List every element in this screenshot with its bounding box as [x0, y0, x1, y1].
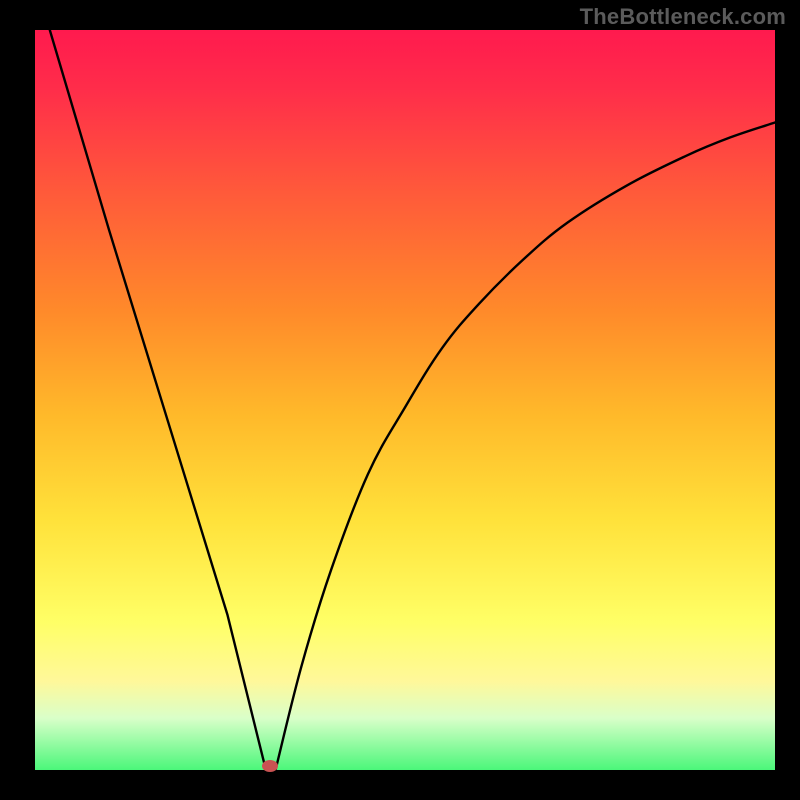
watermark-label: TheBottleneck.com [580, 4, 786, 30]
curve-svg [35, 30, 775, 770]
vertex-marker [262, 760, 278, 772]
chart-frame: TheBottleneck.com [0, 0, 800, 800]
curve-right [276, 123, 776, 771]
curve-left [50, 30, 266, 770]
plot-area [35, 30, 775, 770]
